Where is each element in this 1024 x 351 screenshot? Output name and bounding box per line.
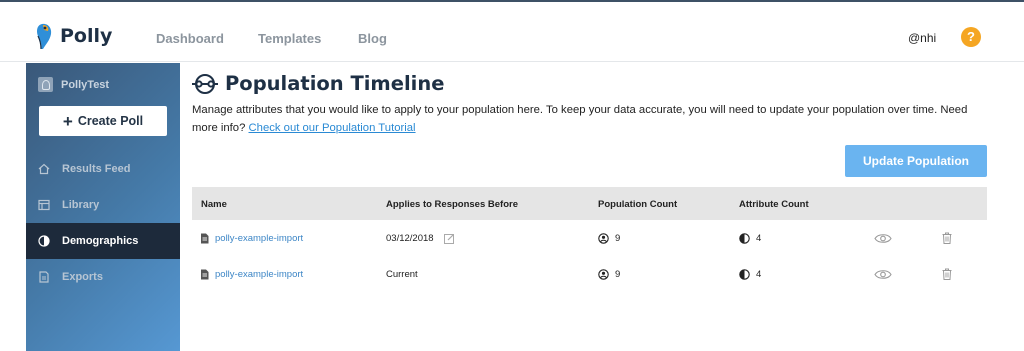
sidebar-item-results-feed[interactable]: Results Feed [26, 151, 180, 187]
sidebar-item-exports[interactable]: Exports [26, 259, 180, 295]
sidebar: PollyTest + Create Poll Results Feed Lib… [26, 63, 180, 351]
table-header: Name Applies to Responses Before Populat… [192, 187, 987, 220]
top-navigation-bar: Polly Dashboard Templates Blog @nhi ? [0, 0, 1024, 62]
sidebar-item-label: Demographics [62, 235, 139, 247]
nav-dashboard[interactable]: Dashboard [156, 31, 224, 46]
help-icon[interactable]: ? [961, 27, 981, 47]
column-header-name: Name [201, 199, 227, 210]
timeline-icon [192, 73, 218, 94]
population-name-cell: polly-example-import [200, 269, 303, 280]
column-header-population-count: Population Count [598, 199, 678, 210]
attribute-count-value: 4 [756, 233, 762, 244]
column-header-attribute-count: Attribute Count [739, 199, 809, 210]
attribute-count-cell: 4 [739, 269, 761, 280]
table-row: polly-example-import 03/12/2018 9 4 [192, 220, 987, 256]
population-count-cell: 9 [598, 269, 620, 280]
demographics-icon [38, 235, 50, 247]
page-title: Population Timeline [225, 72, 445, 95]
nav-blog[interactable]: Blog [358, 31, 387, 46]
sidebar-item-demographics[interactable]: Demographics [26, 223, 180, 259]
page-description: Manage attributes that you would like to… [192, 101, 982, 137]
column-header-applies-before: Applies to Responses Before [386, 199, 518, 210]
file-icon [201, 269, 209, 280]
table-row: polly-example-import Current 9 4 [192, 256, 987, 292]
contrast-icon [739, 233, 750, 244]
user-circle-icon [598, 269, 609, 280]
applies-before-cell: 03/12/2018 [386, 233, 455, 244]
applies-before-cell: Current [386, 269, 418, 280]
tutorial-link[interactable]: Check out our Population Tutorial [249, 122, 416, 134]
page-header: Population Timeline [192, 72, 444, 95]
brand-logo[interactable]: Polly [34, 22, 112, 50]
sidebar-item-label: Library [62, 199, 100, 211]
user-circle-icon [598, 233, 609, 244]
sidebar-item-label: Exports [62, 271, 103, 283]
user-handle[interactable]: @nhi [908, 31, 936, 45]
attribute-count-cell: 4 [739, 233, 761, 244]
brand-name: Polly [60, 25, 113, 47]
contrast-icon [739, 269, 750, 280]
home-icon [38, 163, 50, 175]
delete-trash-icon[interactable] [942, 268, 952, 280]
workspace-name: PollyTest [61, 78, 110, 91]
view-eye-icon[interactable] [874, 269, 892, 280]
workspace-icon [38, 77, 53, 92]
nav-templates[interactable]: Templates [258, 31, 321, 46]
view-eye-icon[interactable] [874, 233, 892, 244]
population-count-value: 9 [615, 233, 621, 244]
population-count-cell: 9 [598, 233, 620, 244]
file-icon [201, 233, 209, 244]
population-name-link[interactable]: polly-example-import [215, 269, 303, 280]
library-icon [38, 199, 50, 211]
update-population-button[interactable]: Update Population [845, 145, 987, 177]
population-name-cell: polly-example-import [200, 233, 303, 244]
exports-icon [39, 271, 49, 283]
parrot-logo-icon [37, 23, 52, 50]
attribute-count-value: 4 [756, 269, 762, 280]
workspace-selector[interactable]: PollyTest [38, 77, 109, 92]
applies-before-value: Current [386, 269, 418, 280]
sidebar-item-label: Results Feed [62, 163, 131, 175]
plus-icon: + [62, 111, 73, 131]
population-name-link[interactable]: polly-example-import [215, 233, 303, 244]
create-poll-label: Create Poll [77, 114, 144, 128]
sidebar-item-library[interactable]: Library [26, 187, 180, 223]
edit-icon[interactable] [443, 233, 455, 244]
applies-before-value: 03/12/2018 [386, 233, 434, 244]
delete-trash-icon[interactable] [942, 232, 952, 244]
population-count-value: 9 [615, 269, 621, 280]
create-poll-button[interactable]: + Create Poll [39, 106, 167, 136]
